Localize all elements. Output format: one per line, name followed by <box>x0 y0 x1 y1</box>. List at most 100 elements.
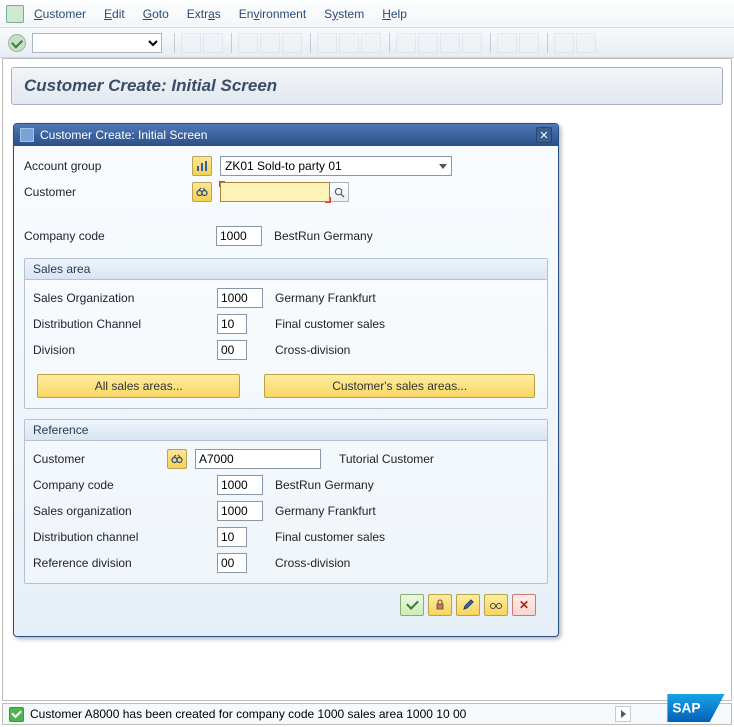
chart-icon <box>196 160 208 172</box>
new-session-icon[interactable] <box>497 33 517 53</box>
dialog: Customer Create: Initial Screen ✕ Accoun… <box>13 123 559 637</box>
separator <box>310 33 311 53</box>
dist-channel-input[interactable] <box>217 314 247 334</box>
ref-dist-channel-desc: Final customer sales <box>275 530 385 544</box>
page-title: Customer Create: Initial Screen <box>24 76 710 96</box>
sales-org-input[interactable] <box>217 288 263 308</box>
menu-environment[interactable]: Environment <box>239 7 306 21</box>
division-input[interactable] <box>217 340 247 360</box>
dist-channel-label: Distribution Channel <box>33 317 217 331</box>
ref-customer-help-icon[interactable] <box>167 449 187 469</box>
menu-customer[interactable]: Customer <box>34 7 86 21</box>
sales-area-group: Sales area Sales Organization Germany Fr… <box>24 258 548 409</box>
menu-system[interactable]: System <box>324 7 364 21</box>
help-icon[interactable] <box>554 33 574 53</box>
separator <box>490 33 491 53</box>
ref-dist-channel-input[interactable] <box>217 527 247 547</box>
command-field[interactable] <box>32 33 162 53</box>
separator <box>547 33 548 53</box>
division-desc: Cross-division <box>275 343 350 357</box>
binoculars-icon <box>171 453 183 465</box>
find-next-icon[interactable] <box>361 33 381 53</box>
sap-logo: SAP <box>667 694 725 722</box>
menu-goto[interactable]: Goto <box>143 7 169 21</box>
dialog-body: Account group ZK01 Sold-to party 01 Cust… <box>14 146 558 636</box>
separator <box>231 33 232 53</box>
ref-company-code-input[interactable] <box>217 475 263 495</box>
print-icon[interactable] <box>317 33 337 53</box>
ref-sales-org-input[interactable] <box>217 501 263 521</box>
account-group-help-icon[interactable] <box>192 156 212 176</box>
company-code-input[interactable] <box>216 226 262 246</box>
nav-exit-icon[interactable] <box>260 33 280 53</box>
reference-title: Reference <box>25 420 547 441</box>
ref-dist-channel-label: Distribution channel <box>33 530 217 544</box>
nav-cancel-icon[interactable] <box>282 33 302 53</box>
binoculars-icon <box>196 186 208 198</box>
svg-text:SAP: SAP <box>672 701 700 716</box>
menu-edit[interactable]: Edit <box>104 7 125 21</box>
ok-button[interactable] <box>400 594 424 616</box>
main-area: Customer Create: Initial Screen Customer… <box>2 58 732 701</box>
required-mark-icon <box>219 181 225 187</box>
required-mark-icon <box>325 197 331 203</box>
chevron-down-icon <box>439 164 447 169</box>
customer-sales-areas-button[interactable]: Customer's sales areas... <box>264 374 535 398</box>
ref-sales-org-label: Sales organization <box>33 504 217 518</box>
last-page-icon[interactable] <box>462 33 482 53</box>
dist-channel-desc: Final customer sales <box>275 317 385 331</box>
dialog-title: Customer Create: Initial Screen <box>40 128 536 142</box>
glasses-button[interactable] <box>484 594 508 616</box>
ref-customer-desc: Tutorial Customer <box>339 452 434 466</box>
glasses-icon <box>489 599 503 611</box>
sales-area-title: Sales area <box>25 259 547 280</box>
account-group-dropdown[interactable]: ZK01 Sold-to party 01 <box>220 156 452 176</box>
all-sales-areas-button[interactable]: All sales areas... <box>37 374 240 398</box>
save-icon[interactable] <box>203 33 223 53</box>
ref-customer-input[interactable] <box>195 449 321 469</box>
sales-org-desc: Germany Frankfurt <box>275 291 376 305</box>
ref-customer-label: Customer <box>33 452 167 466</box>
layout-icon[interactable] <box>576 33 596 53</box>
menubar: Customer Edit Goto Extras Environment Sy… <box>0 0 734 28</box>
sales-org-label: Sales Organization <box>33 291 217 305</box>
back-icon[interactable] <box>181 33 201 53</box>
customer-help-icon[interactable] <box>192 182 212 202</box>
dialog-icon <box>20 128 34 142</box>
menu-help[interactable]: Help <box>382 7 407 21</box>
shortcut-icon[interactable] <box>519 33 539 53</box>
company-code-label: Company code <box>24 229 216 243</box>
status-success-icon <box>9 707 24 722</box>
search-icon <box>334 187 345 198</box>
prev-page-icon[interactable] <box>418 33 438 53</box>
status-message: Customer A8000 has been created for comp… <box>30 707 466 721</box>
nav-back-icon[interactable] <box>238 33 258 53</box>
lock-icon <box>434 599 446 611</box>
first-page-icon[interactable] <box>396 33 416 53</box>
close-icon[interactable]: ✕ <box>536 127 552 143</box>
account-group-value: ZK01 Sold-to party 01 <box>225 159 342 173</box>
toolbar <box>0 28 734 58</box>
dialog-footer: ✕ <box>24 584 548 626</box>
cancel-button[interactable]: ✕ <box>512 594 536 616</box>
lock-button[interactable] <box>428 594 452 616</box>
ref-division-input[interactable] <box>217 553 247 573</box>
statusbar: Customer A8000 has been created for comp… <box>2 703 732 725</box>
ref-sales-org-desc: Germany Frankfurt <box>275 504 376 518</box>
customer-input[interactable] <box>220 182 330 202</box>
edit-button[interactable] <box>456 594 480 616</box>
status-expand-icon[interactable] <box>615 706 631 722</box>
search-help-icon[interactable] <box>329 182 349 202</box>
find-icon[interactable] <box>339 33 359 53</box>
reference-group: Reference Customer Tutorial Customer Com… <box>24 419 548 584</box>
ref-company-code-label: Company code <box>33 478 217 492</box>
ref-company-code-desc: BestRun Germany <box>275 478 374 492</box>
ref-division-label: Reference division <box>33 556 217 570</box>
next-page-icon[interactable] <box>440 33 460 53</box>
ref-division-desc: Cross-division <box>275 556 350 570</box>
ok-code-button[interactable] <box>8 34 26 52</box>
dialog-titlebar[interactable]: Customer Create: Initial Screen ✕ <box>14 124 558 146</box>
account-group-label: Account group <box>24 159 192 173</box>
sap-menu-icon[interactable] <box>6 5 24 23</box>
menu-extras[interactable]: Extras <box>187 7 221 21</box>
